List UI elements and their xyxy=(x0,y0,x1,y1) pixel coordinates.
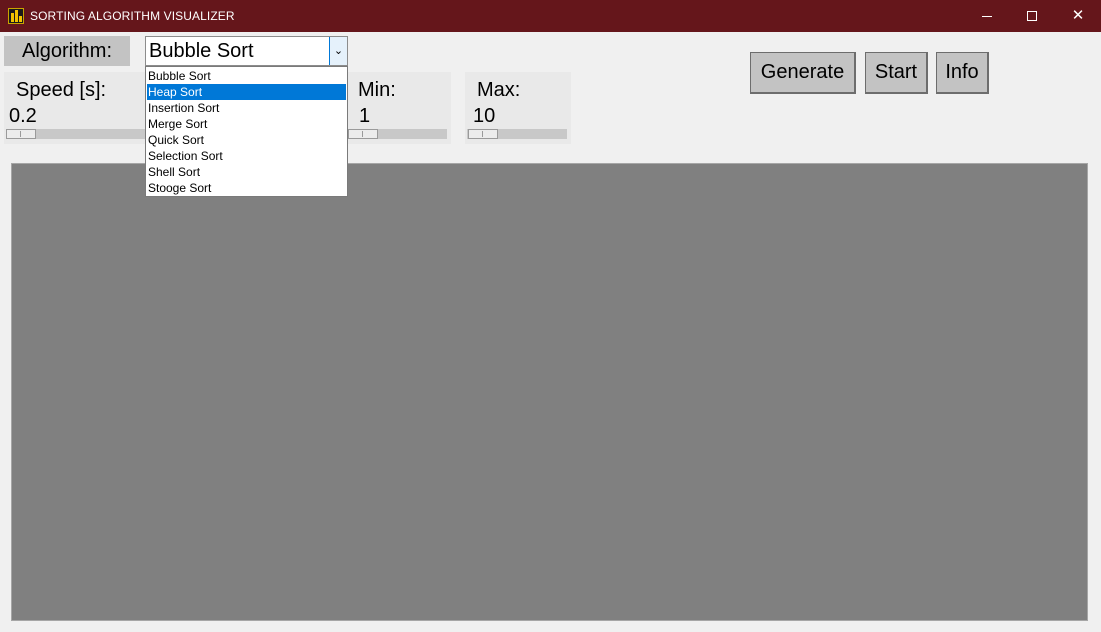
title-bar[interactable]: SORTING ALGORITHM VISUALIZER ✕ xyxy=(0,0,1101,32)
close-icon: ✕ xyxy=(1071,7,1085,24)
max-panel: Max: 10 xyxy=(465,72,571,144)
window-title: SORTING ALGORITHM VISUALIZER xyxy=(30,9,235,23)
min-slider-handle[interactable] xyxy=(348,129,378,139)
app-chart-icon xyxy=(8,8,24,24)
visualization-canvas[interactable] xyxy=(11,163,1088,621)
info-button[interactable]: Info xyxy=(936,52,989,94)
minimize-button[interactable] xyxy=(964,0,1010,32)
min-label: Min: xyxy=(358,79,396,101)
maximize-button[interactable] xyxy=(1009,0,1055,32)
algorithm-option-bubble-sort[interactable]: Bubble Sort xyxy=(147,68,346,84)
speed-slider-handle[interactable] xyxy=(6,129,36,139)
algorithm-dropdown-list[interactable]: Bubble Sort Heap Sort Insertion Sort Mer… xyxy=(145,66,348,197)
algorithm-label: Algorithm: xyxy=(4,36,130,66)
max-value: 10 xyxy=(473,105,496,127)
max-slider-handle[interactable] xyxy=(468,129,498,139)
start-button[interactable]: Start xyxy=(865,52,928,94)
algorithm-option-insertion-sort[interactable]: Insertion Sort xyxy=(147,100,346,116)
max-label: Max: xyxy=(477,79,521,101)
algorithm-option-merge-sort[interactable]: Merge Sort xyxy=(147,116,346,132)
algorithm-option-shell-sort[interactable]: Shell Sort xyxy=(147,164,346,180)
algorithm-select[interactable]: Bubble Sort ⌄ xyxy=(145,36,348,66)
generate-button[interactable]: Generate xyxy=(750,52,856,94)
close-button[interactable]: ✕ xyxy=(1055,0,1101,32)
minimize-icon xyxy=(982,16,992,17)
algorithm-option-quick-sort[interactable]: Quick Sort xyxy=(147,132,346,148)
algorithm-option-heap-sort[interactable]: Heap Sort xyxy=(147,84,346,100)
algorithm-option-selection-sort[interactable]: Selection Sort xyxy=(147,148,346,164)
speed-panel: Speed [s]: 0.2 xyxy=(4,72,146,144)
speed-label: Speed [s]: xyxy=(16,79,107,101)
algorithm-selected-value: Bubble Sort xyxy=(149,40,254,62)
speed-value: 0.2 xyxy=(9,105,37,127)
algorithm-option-stooge-sort[interactable]: Stooge Sort xyxy=(147,180,346,196)
speed-slider[interactable] xyxy=(6,129,146,139)
min-slider[interactable] xyxy=(348,129,447,139)
max-slider[interactable] xyxy=(467,129,567,139)
chevron-down-icon[interactable]: ⌄ xyxy=(329,37,347,65)
min-panel: Min: 1 xyxy=(346,72,451,144)
min-value: 1 xyxy=(359,105,371,127)
maximize-icon xyxy=(1027,11,1037,21)
